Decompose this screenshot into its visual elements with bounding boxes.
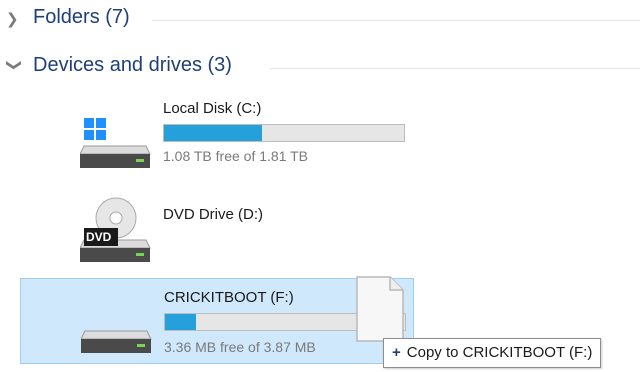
- usb-drive-icon: [81, 330, 152, 353]
- drive-item-local-disk[interactable]: Local Disk (C:) 1.08 TB free of 1.81 TB: [20, 90, 414, 176]
- capacity-bar: [163, 124, 405, 142]
- drive-name: CRICKITBOOT (F:): [164, 289, 294, 306]
- chevron-right-icon[interactable]: ❯: [6, 10, 19, 28]
- group-title-folders[interactable]: Folders (7): [33, 6, 130, 29]
- group-divider: [270, 68, 640, 69]
- capacity-bar-fill: [164, 125, 263, 141]
- drive-name: Local Disk (C:): [163, 100, 262, 117]
- group-devices-and-drives[interactable]: ❯ Devices and drives (3): [0, 50, 644, 84]
- group-title-devices[interactable]: Devices and drives (3): [33, 54, 232, 77]
- drive-item-dvd[interactable]: DVD DVD Drive (D:): [20, 188, 414, 274]
- group-divider: [152, 20, 640, 21]
- dragged-file-icon: [356, 276, 404, 342]
- drive-free-space: 3.36 MB free of 3.87 MB: [164, 339, 316, 355]
- plus-icon: +: [392, 344, 401, 361]
- windows-drive-icon: [80, 118, 151, 168]
- drive-item-crickitboot[interactable]: CRICKITBOOT (F:) 3.36 MB free of 3.87 MB: [20, 278, 414, 364]
- drive-free-space: 1.08 TB free of 1.81 TB: [163, 148, 309, 164]
- chevron-down-icon[interactable]: ❯: [5, 59, 23, 72]
- capacity-bar-fill: [165, 314, 197, 330]
- dvd-label: DVD: [86, 230, 112, 244]
- group-folders[interactable]: ❯ Folders (7): [0, 2, 644, 36]
- drive-name: DVD Drive (D:): [163, 206, 263, 223]
- drag-copy-text: Copy to CRICKITBOOT (F:): [406, 344, 593, 361]
- drag-copy-tooltip: + Copy to CRICKITBOOT (F:): [383, 338, 602, 368]
